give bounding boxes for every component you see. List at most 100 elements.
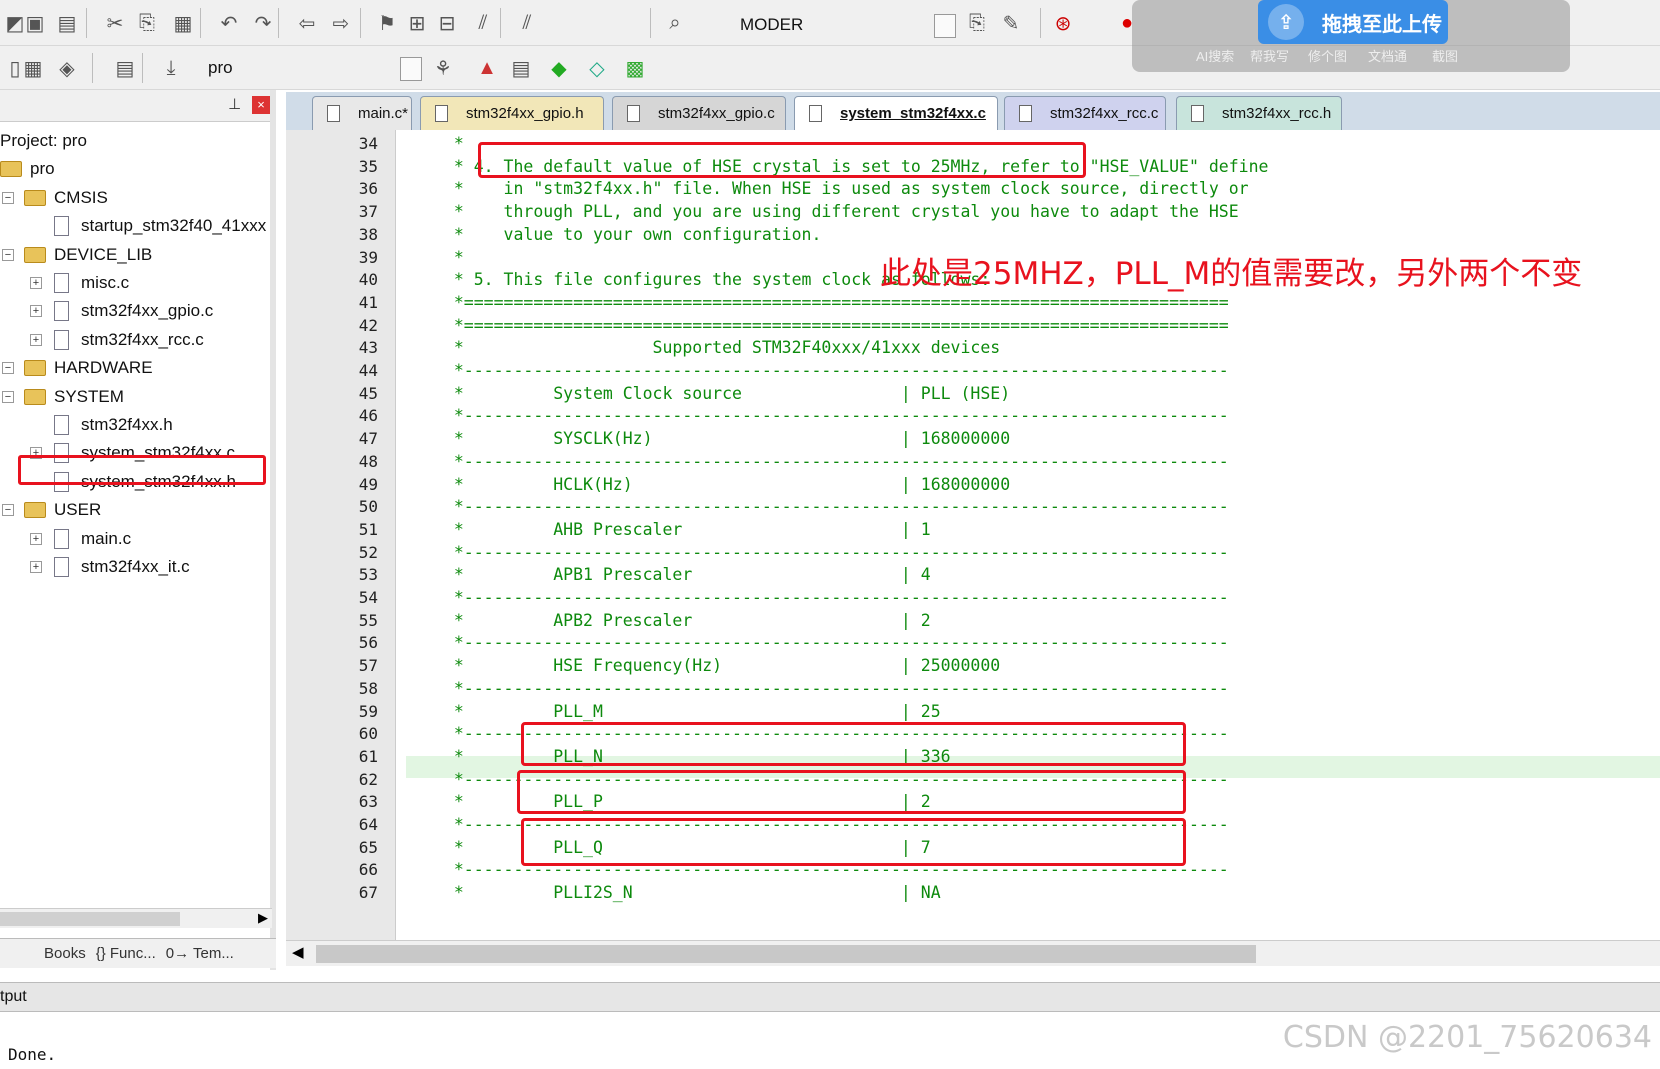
build-tool-icon[interactable]: ◈ (52, 53, 82, 83)
tree-file[interactable]: startup_stm32f40_41xxx (54, 212, 266, 240)
code-line[interactable]: * PLL_M | 25 (434, 702, 941, 721)
code-line[interactable]: *---------------------------------------… (434, 679, 1229, 698)
scroll-right-arrow-icon[interactable]: ▶ (258, 910, 268, 926)
browse-icon[interactable]: ✎ (996, 8, 1026, 38)
copy-icon[interactable]: ⎘ (132, 8, 162, 38)
editor-scroll-thumb[interactable] (316, 945, 1256, 963)
group-cmsis[interactable]: CMSIS (24, 184, 108, 212)
overlay-tool-label[interactable]: 截图 (1432, 46, 1458, 65)
expand-icon[interactable]: + (30, 561, 42, 573)
project-combo[interactable]: pro (196, 53, 422, 83)
code-line[interactable]: *=======================================… (434, 316, 1229, 335)
project-target[interactable]: pro (0, 155, 55, 183)
panel-scroll-thumb[interactable] (0, 912, 180, 926)
code-line[interactable]: *---------------------------------------… (434, 452, 1229, 471)
tab-books[interactable]: Books (44, 945, 86, 962)
code-line[interactable]: * AHB Prescaler | 1 (434, 520, 931, 539)
code-line[interactable]: *---------------------------------------… (434, 633, 1229, 652)
target-combo[interactable]: MODER (700, 10, 956, 40)
code-line[interactable]: * APB1 Prescaler | 4 (434, 565, 931, 584)
tree-file[interactable]: main.c (54, 525, 131, 553)
outdent-icon[interactable]: ⊟ (432, 8, 462, 38)
expand-icon[interactable]: + (30, 532, 42, 545)
panel-scrollbar[interactable]: ▶ (0, 908, 272, 928)
code-line[interactable]: * value to your own configuration. (434, 225, 822, 244)
tab-functions[interactable]: {} Func... (96, 945, 156, 962)
paste-icon[interactable]: ▦ (168, 8, 198, 38)
upload-button[interactable]: ⇪ 拖拽至此上传 (1258, 0, 1448, 44)
code-line[interactable]: *---------------------------------------… (434, 543, 1229, 562)
group-device_lib[interactable]: DEVICE_LIB (24, 241, 152, 269)
tab-stm32f4xx-gpio-c[interactable]: stm32f4xx_gpio.c (612, 96, 786, 130)
code-line[interactable]: * APB2 Prescaler | 2 (434, 611, 931, 630)
editor-hscrollbar[interactable]: ◀ (286, 940, 1660, 966)
save-all-icon[interactable]: ▤ (52, 8, 82, 38)
code-line[interactable]: *=======================================… (434, 293, 1229, 312)
indent-icon[interactable]: ⊞ (402, 8, 432, 38)
group-system[interactable]: SYSTEM (24, 383, 124, 411)
overlay-tool-label[interactable]: AI搜索 (1196, 46, 1234, 65)
collapse-icon[interactable]: − (2, 390, 14, 403)
collapse-icon[interactable]: − (2, 504, 14, 517)
code-line[interactable]: * PLLI2S_N | NA (434, 883, 941, 902)
tree-file[interactable]: stm32f4xx.h (54, 411, 173, 439)
code-line[interactable]: *---------------------------------------… (434, 497, 1229, 516)
tab-stm32f4xx-rcc-h[interactable]: stm32f4xx_rcc.h (1176, 96, 1342, 130)
manage-icon[interactable]: ▩ (620, 53, 650, 83)
manage-icon[interactable]: ◆ (544, 53, 574, 83)
group-user[interactable]: USER (24, 496, 101, 524)
tab-system-stm32f4xx-c[interactable]: system_stm32f4xx.c (794, 96, 998, 130)
comment-icon[interactable]: ⫽ (468, 8, 498, 38)
expand-icon[interactable]: + (30, 277, 42, 289)
tree-file[interactable]: stm32f4xx_gpio.c (54, 297, 213, 325)
overlay-tool-label[interactable]: 文档通 (1368, 46, 1407, 65)
tab-stm32f4xx-rcc-c[interactable]: stm32f4xx_rcc.c (1004, 96, 1166, 130)
collapse-icon[interactable]: − (2, 362, 14, 375)
save-icon[interactable]: ▣ (20, 8, 50, 38)
tab-templates[interactable]: 0→ Tem... (166, 945, 234, 962)
bookmark-icon[interactable]: ⚑ (372, 8, 402, 38)
code-line[interactable]: * Supported STM32F40xxx/41xxx devices (434, 338, 1000, 357)
build-tool-icon[interactable]: ⤓ (156, 53, 186, 83)
code-line[interactable]: * HSE Frequency(Hz) | 25000000 (434, 656, 1000, 675)
code-line[interactable]: *---------------------------------------… (434, 588, 1229, 607)
overlay-tool-label[interactable]: 帮我写 (1250, 46, 1289, 65)
group-hardware[interactable]: HARDWARE (24, 354, 153, 382)
code-line[interactable]: * through PLL, and you are using differe… (434, 202, 1239, 221)
close-panel-icon[interactable]: × (252, 96, 270, 114)
code-line[interactable]: *---------------------------------------… (434, 406, 1229, 425)
debug-icon[interactable]: ⊛ (1048, 8, 1078, 38)
code-line[interactable]: * SYSCLK(Hz) | 168000000 (434, 429, 1010, 448)
project-root[interactable]: Project: pro (0, 127, 87, 155)
tab-main-c-[interactable]: main.c* (312, 96, 412, 130)
undo-icon[interactable]: ↶ (214, 8, 244, 38)
code-line[interactable]: * (434, 248, 464, 267)
code-line[interactable]: * System Clock source | PLL (HSE) (434, 384, 1010, 403)
manage-icon[interactable]: ▤ (506, 53, 536, 83)
uncomment-icon[interactable]: ⫽ (512, 8, 542, 38)
chevron-down-icon[interactable] (934, 14, 956, 38)
manage-icon[interactable]: ◇ (582, 53, 612, 83)
build-tool-icon[interactable]: ▦ (18, 53, 48, 83)
code-line[interactable]: * HCLK(Hz) | 168000000 (434, 475, 1010, 494)
build-tool-icon[interactable]: ▤ (110, 53, 140, 83)
code-line[interactable]: *---------------------------------------… (434, 361, 1229, 380)
find-icon[interactable]: ⌕ (660, 8, 690, 38)
code-line[interactable]: * in "stm32f4xx.h" file. When HSE is use… (434, 179, 1249, 198)
pin-icon[interactable]: ⊥ (228, 95, 241, 113)
manage-icon[interactable]: ▲ (472, 53, 502, 83)
find-in-files-icon[interactable]: ⎘ (962, 8, 992, 38)
nav-forward-icon[interactable]: ⇨ (326, 8, 356, 38)
nav-back-icon[interactable]: ⇦ (292, 8, 322, 38)
tree-file[interactable]: misc.c (54, 269, 129, 297)
redo-icon[interactable]: ↷ (248, 8, 278, 38)
cut-icon[interactable]: ✂ (100, 8, 130, 38)
overlay-tool-label[interactable]: 修个图 (1308, 46, 1347, 65)
tab-stm32f4xx-gpio-h[interactable]: stm32f4xx_gpio.h (420, 96, 604, 130)
expand-icon[interactable]: + (30, 305, 42, 318)
expand-icon[interactable]: + (30, 333, 42, 346)
tree-file[interactable]: stm32f4xx_it.c (54, 553, 190, 581)
collapse-icon[interactable]: − (2, 191, 14, 204)
chevron-down-icon[interactable] (400, 57, 422, 81)
scroll-left-arrow-icon[interactable]: ◀ (292, 943, 304, 961)
